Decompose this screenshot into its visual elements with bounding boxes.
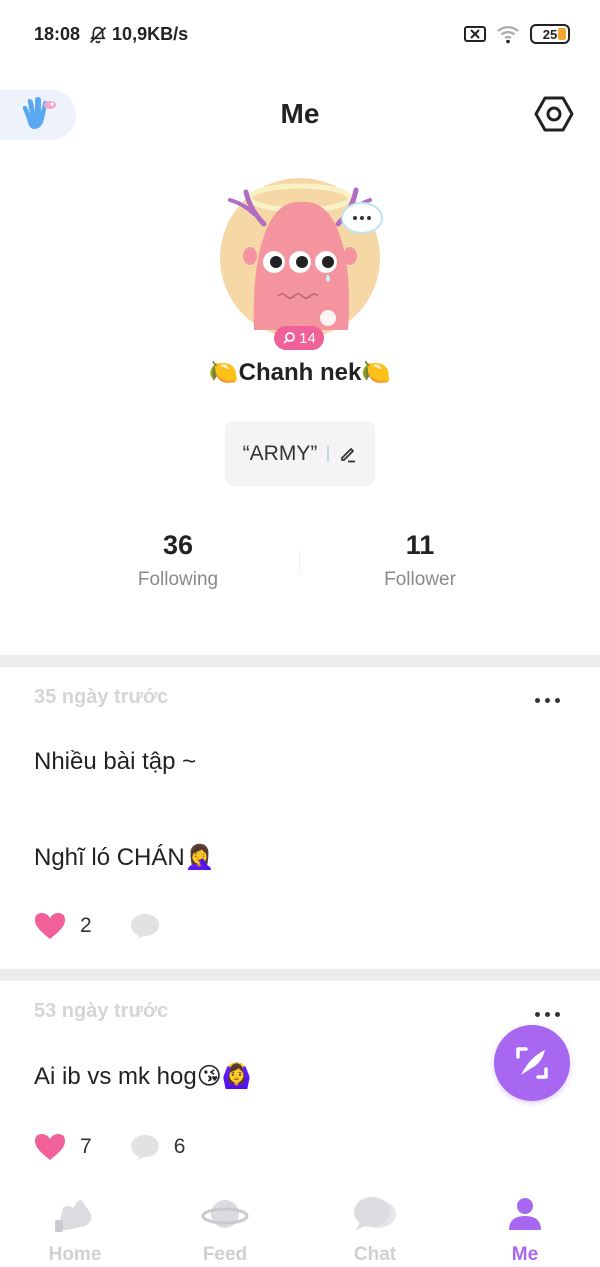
tab-label: Me bbox=[511, 1244, 539, 1265]
comment-bubble-icon[interactable] bbox=[130, 912, 160, 940]
follower-count: 11 bbox=[405, 530, 435, 560]
battery-icon: 25 bbox=[530, 24, 570, 44]
planet-icon bbox=[201, 1200, 249, 1228]
level-value: 14 bbox=[299, 329, 316, 347]
wifi-icon bbox=[497, 26, 519, 44]
compose-post-button[interactable] bbox=[494, 1025, 570, 1101]
bio-text: “ARMY” bbox=[242, 441, 318, 465]
battery-level-fill bbox=[558, 28, 566, 40]
tab-chat[interactable]: Chat bbox=[300, 1192, 450, 1266]
tab-label: Chat bbox=[353, 1244, 397, 1265]
avatar[interactable] bbox=[216, 170, 384, 338]
home-hand-icon bbox=[55, 1200, 92, 1232]
follower-label: Follower bbox=[384, 569, 456, 590]
clock: 18:08 bbox=[34, 24, 81, 44]
person-icon bbox=[509, 1198, 541, 1230]
status-bar: 18:08 10,9KB/s 25 bbox=[0, 0, 600, 70]
tab-label: Home bbox=[48, 1244, 102, 1265]
like-heart-icon[interactable] bbox=[34, 1133, 66, 1161]
following-stat[interactable]: 36 Following bbox=[78, 530, 278, 591]
username: 🍋Chanh nek🍋 bbox=[208, 359, 392, 386]
comment-count: 6 bbox=[173, 1135, 186, 1158]
post-text-line: Nghĩ ló CHÁN🤦‍♀️ bbox=[34, 844, 215, 871]
no-sim-icon bbox=[464, 26, 486, 42]
network-speed: 10,9KB/s bbox=[112, 24, 189, 44]
header: Me bbox=[0, 84, 600, 144]
like-heart-icon[interactable] bbox=[34, 912, 66, 940]
tab-home[interactable]: Home bbox=[0, 1192, 150, 1266]
status-left: 18:08 10,9KB/s bbox=[34, 24, 188, 45]
stats-divider bbox=[299, 550, 300, 574]
post-card[interactable]: 35 ngày trước Nhiều bài tập ~ Nghĩ ló CH… bbox=[0, 686, 600, 966]
following-label: Following bbox=[137, 569, 219, 590]
like-count: 2 bbox=[80, 914, 92, 937]
like-count: 7 bbox=[80, 1135, 92, 1158]
level-badge: 14 bbox=[274, 326, 324, 350]
tab-feed[interactable]: Feed bbox=[150, 1192, 300, 1266]
section-divider bbox=[0, 969, 600, 981]
muted-bell-icon bbox=[89, 26, 107, 43]
post-text-line: Nhiều bài tập ~ bbox=[34, 748, 197, 775]
bottom-tab-bar: Home Feed Chat Me bbox=[0, 1180, 600, 1267]
bio-box[interactable]: “ARMY” bbox=[225, 421, 375, 486]
page-title: Me bbox=[280, 98, 320, 129]
post-time: 35 ngày trước bbox=[34, 686, 169, 708]
bio-divider bbox=[327, 445, 330, 462]
section-divider bbox=[0, 655, 600, 667]
post-text-line: Ai ib vs mk hog😘🙆‍♀️ bbox=[34, 1063, 252, 1090]
follower-stat[interactable]: 11 Follower bbox=[320, 530, 520, 591]
post-time: 53 ngày trước bbox=[34, 1000, 169, 1022]
status-right: 25 bbox=[464, 24, 570, 44]
more-options-icon[interactable] bbox=[535, 1012, 560, 1017]
more-options-icon[interactable] bbox=[535, 698, 560, 703]
battery-level: 25 bbox=[542, 26, 558, 42]
post-actions: 2 bbox=[34, 912, 212, 940]
stats: 36 Following 11 Follower bbox=[0, 530, 600, 600]
quill-compose-icon bbox=[516, 1047, 548, 1079]
tab-label: Feed bbox=[202, 1244, 248, 1265]
settings-hexagon-icon[interactable] bbox=[534, 94, 574, 134]
following-count: 36 bbox=[162, 530, 194, 560]
post-actions: 7 6 bbox=[34, 1133, 223, 1161]
gender-female-icon bbox=[283, 332, 296, 344]
tab-me[interactable]: Me bbox=[450, 1192, 600, 1266]
comment-bubble-icon[interactable] bbox=[130, 1133, 160, 1161]
chat-bubbles-icon bbox=[354, 1197, 396, 1230]
edit-pencil-icon[interactable] bbox=[339, 445, 357, 463]
